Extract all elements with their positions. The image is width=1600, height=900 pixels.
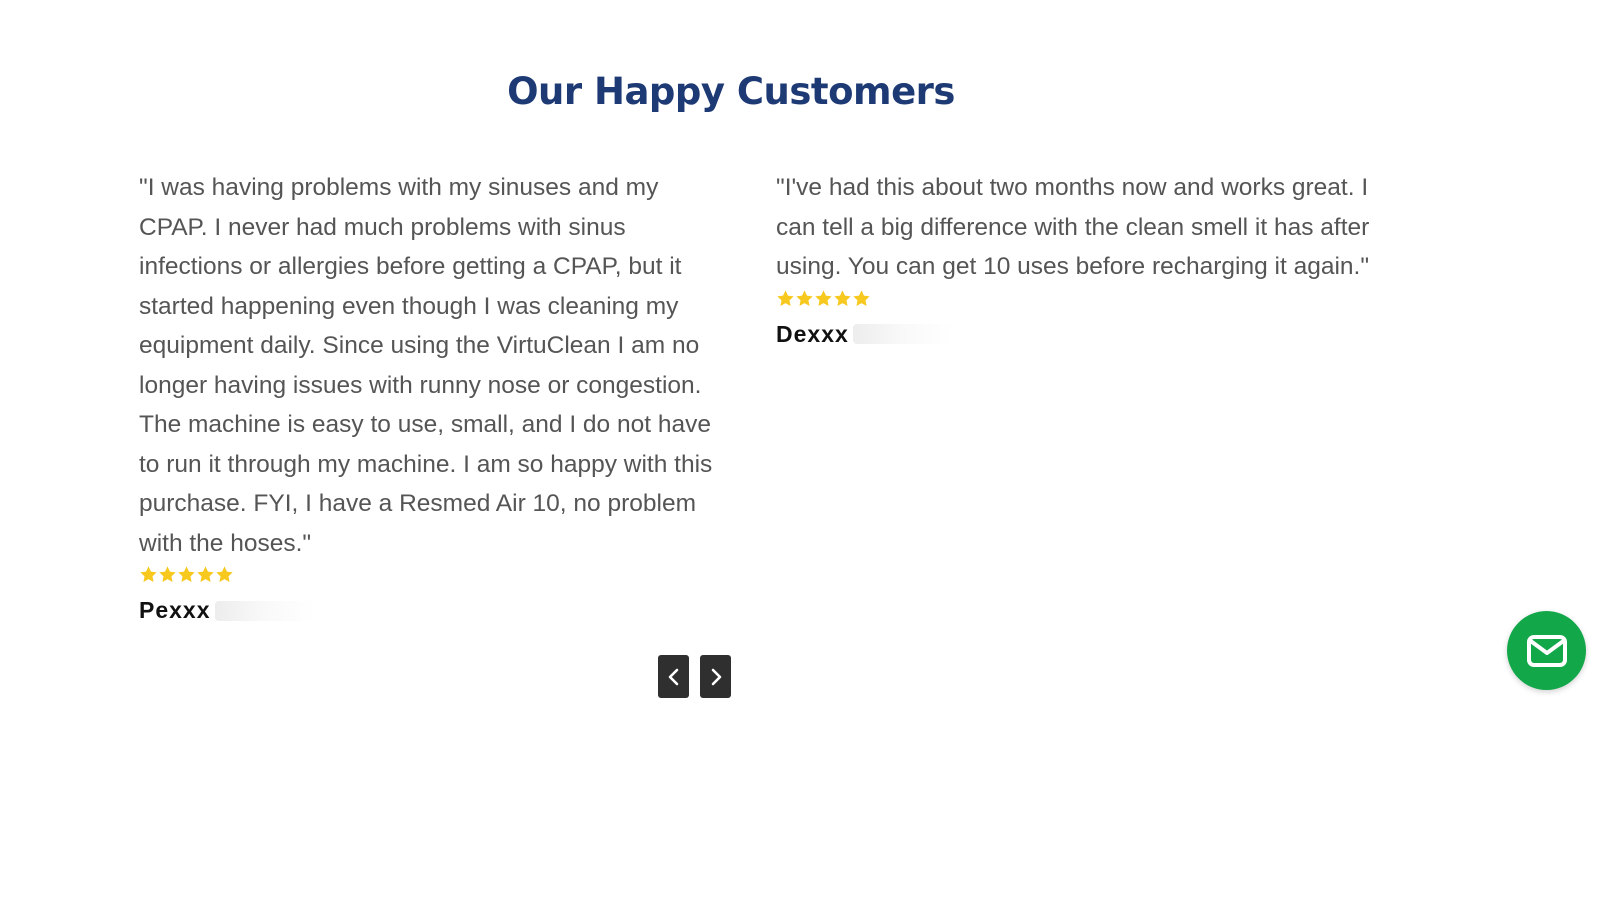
- star-icon: [177, 565, 196, 584]
- review-text: "I've had this about two months now and …: [776, 174, 1370, 280]
- star-icon: [795, 289, 814, 308]
- mail-icon: [1526, 634, 1568, 668]
- author-name: Dexxx: [776, 320, 849, 347]
- review-card: "I was having problems with my sinuses a…: [139, 168, 729, 624]
- star-icon: [833, 289, 852, 308]
- chevron-right-icon: [709, 668, 723, 686]
- star-icon: [852, 289, 871, 308]
- star-icon: [814, 289, 833, 308]
- review-author: Pexxx: [139, 597, 729, 624]
- star-rating: [776, 289, 1376, 315]
- star-icon: [158, 565, 177, 584]
- author-name: Pexxx: [139, 597, 211, 623]
- carousel-prev-button[interactable]: [658, 655, 689, 698]
- star-icon: [139, 565, 158, 584]
- star-rating: [139, 565, 729, 591]
- review-text: "I was having problems with my sinuses a…: [139, 174, 713, 557]
- author-name-redaction: [214, 600, 315, 621]
- star-icon: [196, 565, 215, 584]
- author-name-redaction: [852, 324, 953, 344]
- contact-mail-button[interactable]: [1507, 611, 1586, 690]
- section-title: Our Happy Customers: [507, 70, 955, 113]
- review-card: "I've had this about two months now and …: [776, 168, 1376, 348]
- carousel-next-button[interactable]: [700, 655, 731, 698]
- star-icon: [776, 289, 795, 308]
- star-icon: [215, 565, 234, 584]
- chevron-left-icon: [667, 668, 681, 686]
- review-author: Dexxx: [776, 321, 1376, 348]
